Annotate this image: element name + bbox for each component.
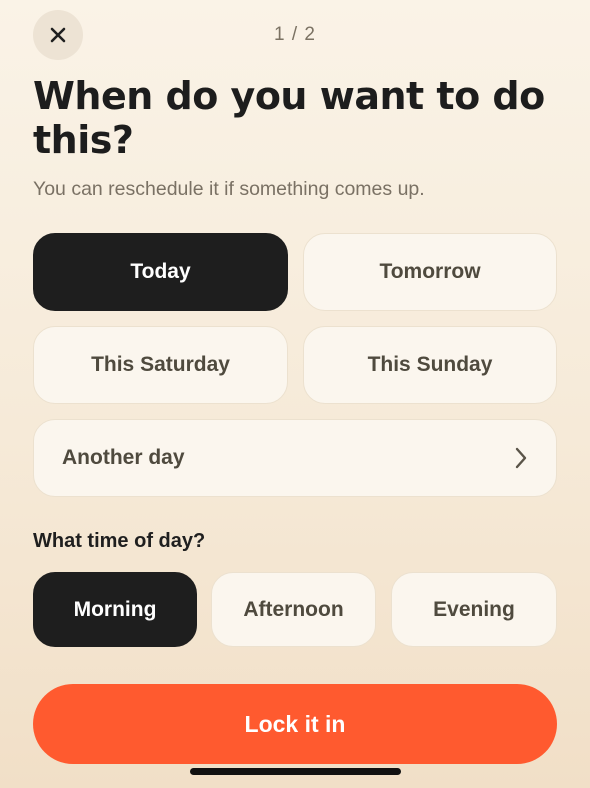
day-option-this-sunday[interactable]: This Sunday bbox=[303, 326, 557, 404]
time-option-morning[interactable]: Morning bbox=[33, 572, 197, 647]
page-title: When do you want to do this? bbox=[33, 74, 545, 162]
step-indicator: 1 / 2 bbox=[274, 24, 316, 45]
day-option-another-day[interactable]: Another day bbox=[33, 419, 557, 497]
home-indicator bbox=[190, 768, 401, 775]
day-option-label: This Saturday bbox=[91, 353, 230, 376]
day-option-tomorrow[interactable]: Tomorrow bbox=[303, 233, 557, 311]
time-option-evening[interactable]: Evening bbox=[391, 572, 557, 647]
time-section-label: What time of day? bbox=[33, 530, 206, 552]
day-option-label: This Sunday bbox=[367, 353, 493, 376]
day-option-label: Tomorrow bbox=[379, 260, 481, 283]
day-option-label: Today bbox=[130, 260, 191, 283]
time-option-label: Evening bbox=[433, 597, 515, 621]
lock-it-in-label: Lock it in bbox=[244, 710, 346, 737]
day-option-this-saturday[interactable]: This Saturday bbox=[33, 326, 288, 404]
time-option-label: Morning bbox=[73, 597, 157, 621]
lock-it-in-button[interactable]: Lock it in bbox=[33, 684, 557, 764]
time-option-label: Afternoon bbox=[243, 597, 344, 621]
page-subtitle: You can reschedule it if something comes… bbox=[33, 178, 425, 200]
day-option-label: Another day bbox=[62, 446, 185, 469]
day-option-today[interactable]: Today bbox=[33, 233, 288, 311]
chevron-right-icon bbox=[514, 447, 528, 469]
time-option-afternoon[interactable]: Afternoon bbox=[211, 572, 376, 647]
